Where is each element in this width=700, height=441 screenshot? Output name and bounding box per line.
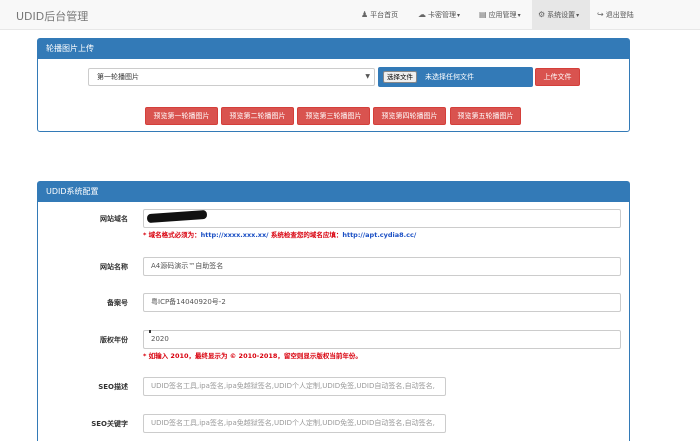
nav-logout-label: 退出登陆 bbox=[605, 11, 634, 19]
preview-carousel-4-button[interactable]: 预览第四轮播图片 bbox=[373, 107, 446, 125]
file-status: 未选择任何文件 bbox=[425, 73, 474, 81]
nav-app-management[interactable]: ▤ 应用管理▾ bbox=[479, 0, 521, 30]
site-name-field[interactable]: A4源码演示™自助签名 bbox=[143, 257, 621, 276]
preview-carousel-1-button[interactable]: 预览第一轮播图片 bbox=[145, 107, 218, 125]
seo-description-input[interactable]: UDID签名工具,ipa签名,ipa免越狱签名,UDID个人定制,UDID免签,… bbox=[143, 377, 446, 396]
preview-carousel-2-button[interactable]: 预览第二轮播图片 bbox=[221, 107, 294, 125]
domain-field[interactable] bbox=[143, 209, 621, 228]
text-cursor bbox=[149, 330, 151, 333]
domain-hint-example: http://xxxx.xxx.xx/ bbox=[200, 231, 269, 239]
choose-file-button[interactable]: 选择文件 bbox=[383, 71, 417, 83]
domain-hint-suggested: http://apt.cydia8.cc/ bbox=[342, 231, 417, 239]
seo-description-label: SEO描述 bbox=[98, 383, 128, 391]
nav-home[interactable]: ♟ 平台首页 bbox=[361, 0, 398, 30]
carousel-slot-value: 第一轮播图片 bbox=[97, 73, 139, 81]
file-icon: ▤ bbox=[479, 10, 487, 19]
domain-hint-middle: 系统检查您的域名应填： bbox=[268, 231, 343, 239]
caret-down-icon: ▾ bbox=[517, 12, 521, 19]
copyright-year-field[interactable]: 2020 bbox=[143, 330, 621, 349]
nav-home-label: 平台首页 bbox=[370, 11, 399, 19]
logout-icon: ↪ bbox=[597, 10, 604, 19]
caret-down-icon: ▾ bbox=[457, 12, 461, 19]
nav-card-management[interactable]: ☁ 卡密管理▾ bbox=[418, 0, 460, 30]
carousel-panel-title: 轮播图片上传 bbox=[38, 39, 629, 59]
brand-title[interactable]: UDID后台管理 bbox=[16, 8, 88, 24]
config-panel-title: UDID系统配置 bbox=[38, 182, 629, 202]
nav-settings-label: 系统设置 bbox=[547, 11, 576, 19]
copyright-year-label: 版权年份 bbox=[100, 336, 128, 344]
icp-label: 备案号 bbox=[107, 299, 128, 307]
nav-system-settings[interactable]: ⚙ 系统设置▾ bbox=[532, 0, 590, 30]
nav-logout[interactable]: ↪ 退出登陆 bbox=[597, 0, 634, 30]
gear-icon: ⚙ bbox=[538, 10, 546, 19]
seo-keywords-label: SEO关键字 bbox=[91, 420, 128, 428]
domain-label: 网站域名 bbox=[100, 215, 128, 223]
cloud-icon: ☁ bbox=[418, 10, 426, 19]
site-name-label: 网站名称 bbox=[100, 263, 128, 271]
file-input[interactable]: 选择文件 未选择任何文件 bbox=[378, 67, 533, 87]
domain-hint-prefix: * 域名格式必须为： bbox=[143, 231, 201, 239]
preview-carousel-5-button[interactable]: 预览第五轮播图片 bbox=[450, 107, 521, 125]
nav-app-label: 应用管理 bbox=[488, 11, 517, 19]
chevron-down-icon: ▼ bbox=[365, 73, 370, 80]
carousel-slot-select[interactable]: 第一轮播图片 ▼ bbox=[88, 68, 375, 86]
upload-file-button[interactable]: 上传文件 bbox=[535, 68, 580, 86]
preview-carousel-3-button[interactable]: 预览第三轮播图片 bbox=[297, 107, 370, 125]
seo-keywords-input[interactable]: UDID签名工具,ipa签名,ipa免越狱签名,UDID个人定制,UDID免签,… bbox=[143, 414, 446, 433]
icp-field[interactable]: 粤ICP备14040920号-2 bbox=[143, 293, 621, 312]
top-navbar: UDID后台管理 ♟ 平台首页 ☁ 卡密管理▾ ▤ 应用管理▾ ⚙ 系统设置▾ ↪ 退出登… bbox=[0, 0, 700, 30]
domain-hint: * 域名格式必须为：http://xxxx.xxx.xx/ 系统检查您的域名应填… bbox=[143, 229, 416, 239]
user-icon: ♟ bbox=[361, 10, 369, 19]
nav-card-label: 卡密管理 bbox=[428, 11, 456, 19]
copyright-year-hint: * 如输入 2010，最终显示为 © 2010-2018，留空则显示版权当前年份… bbox=[143, 352, 362, 360]
caret-down-icon: ▾ bbox=[576, 12, 580, 19]
